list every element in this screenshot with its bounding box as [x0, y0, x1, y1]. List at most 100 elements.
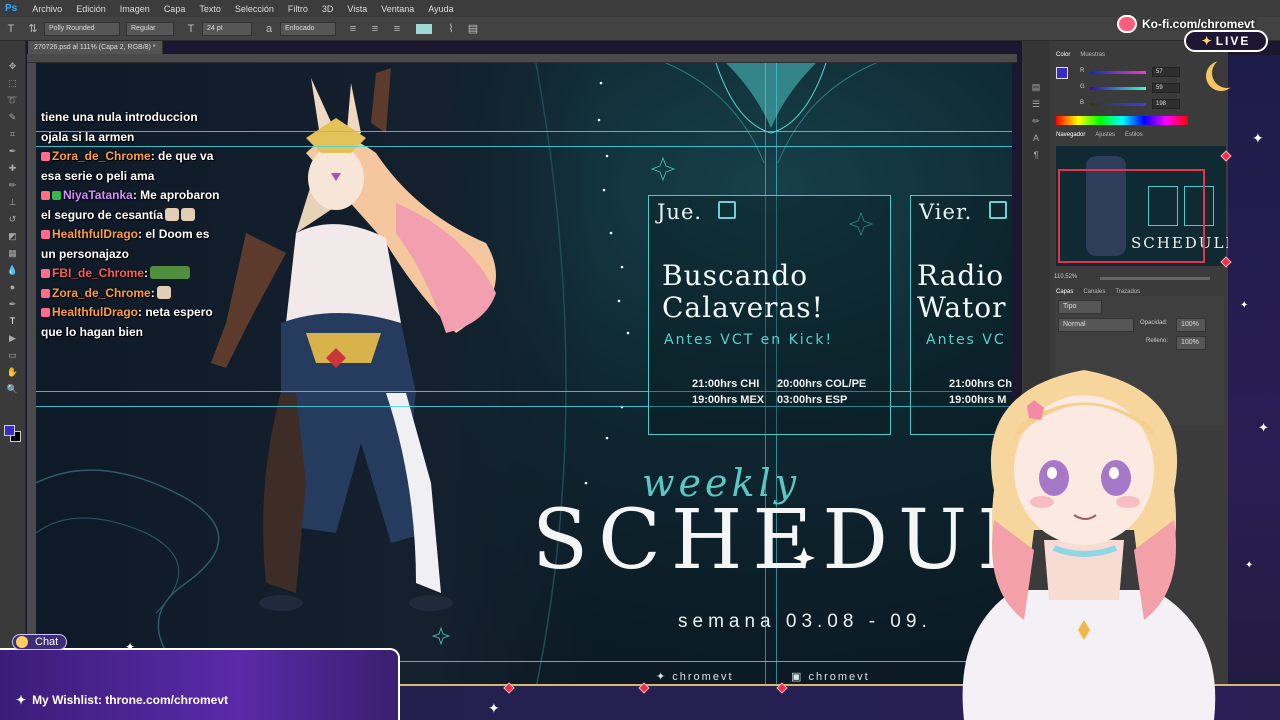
hand-tool-icon[interactable]: ✋	[6, 366, 20, 378]
emote-icon	[156, 285, 171, 299]
healing-tool-icon[interactable]: ✚	[6, 162, 20, 174]
card-day: Vier.	[919, 200, 973, 224]
heart-badge-icon	[41, 308, 50, 317]
font-style-select[interactable]: Regular	[126, 21, 174, 36]
font-size-select[interactable]: 24 pt	[202, 21, 252, 36]
b-label: B	[1080, 100, 1085, 106]
navigator-zoom-slider[interactable]	[1100, 277, 1210, 280]
chat-message: HealthfulDrago: el Doom es un personajaz…	[41, 225, 221, 264]
schedule-card-thursday[interactable]: Jue. Buscando Calaveras! Antes VCT en Ki…	[648, 195, 891, 435]
brush-tool-icon[interactable]: ✏	[6, 179, 20, 191]
history-panel-icon[interactable]: ▤	[1029, 81, 1043, 93]
color-panel-fg-swatch[interactable]	[1056, 67, 1068, 79]
path-select-tool-icon[interactable]: ▶	[6, 332, 20, 344]
navigator-view-frame[interactable]	[1058, 169, 1205, 263]
overlay-right-frame	[1228, 55, 1280, 720]
eraser-tool-icon[interactable]: ◩	[6, 230, 20, 242]
live-badge: ✦ LIVE	[1184, 30, 1268, 52]
menu-archivo[interactable]: Archivo	[25, 4, 69, 14]
chat-message-text: tiene una nula introduccion	[41, 110, 198, 124]
lasso-tool-icon[interactable]: ➰	[6, 94, 20, 106]
g-value[interactable]: 59	[1152, 83, 1180, 93]
tab-paths[interactable]: Trazados	[1115, 289, 1140, 295]
tab-channels[interactable]: Canales	[1083, 289, 1105, 295]
menu-ventana[interactable]: Ventana	[374, 4, 421, 14]
paragraph-panel-icon[interactable]: ¶	[1029, 149, 1043, 161]
menu-edicion[interactable]: Edición	[69, 4, 113, 14]
chat-message-text: :	[144, 266, 149, 280]
chat-message: Zora_de_Chrome:	[41, 284, 221, 304]
r-label: R	[1080, 68, 1085, 74]
menu-capa[interactable]: Capa	[157, 4, 193, 14]
opacity-label: Opacidad:	[1140, 320, 1168, 326]
type-tool-icon-selected[interactable]: T	[6, 315, 20, 327]
r-slider[interactable]	[1090, 71, 1146, 74]
menu-texto[interactable]: Texto	[192, 4, 228, 14]
chat-overlay: tiene una nula introduccion ojala si la …	[41, 108, 221, 342]
color-spectrum[interactable]	[1056, 116, 1188, 125]
blur-tool-icon[interactable]: 💧	[6, 264, 20, 276]
chat-username: Zora_de_Chrome	[52, 285, 151, 300]
emote-icon	[181, 207, 196, 221]
font-family-select[interactable]: Polly Rounded	[44, 21, 120, 36]
tab-color[interactable]: Color	[1056, 52, 1070, 58]
tab-layers[interactable]: Capas	[1056, 289, 1073, 295]
document-tab[interactable]: 270726.psd al 111% (Capa 2, RGB/8) *	[28, 41, 163, 54]
shape-tool-icon[interactable]: ▭	[6, 349, 20, 361]
g-label: G	[1080, 84, 1085, 90]
r-value[interactable]: 57	[1152, 67, 1180, 77]
quick-select-tool-icon[interactable]: ✎	[6, 111, 20, 123]
foreground-color-swatch[interactable]	[4, 425, 15, 436]
character-panel-icon[interactable]: ▤	[466, 22, 480, 36]
navigator-zoom[interactable]: 110.52%	[1054, 274, 1077, 280]
move-tool-icon[interactable]: ✥	[6, 60, 20, 72]
menu-3d[interactable]: 3D	[315, 4, 341, 14]
pepe-emote-icon	[150, 266, 191, 279]
card-subtitle: Antes VCT en Kick!	[664, 332, 834, 348]
stamp-tool-icon[interactable]: ⊥	[6, 196, 20, 208]
type-tool-icon[interactable]: T	[4, 22, 18, 36]
emote-icon	[165, 207, 180, 221]
chat-message: FBI_de_Chrome:	[41, 264, 221, 284]
align-right-icon[interactable]: ≡	[390, 22, 404, 36]
character-panel-icon-side[interactable]: A	[1029, 132, 1043, 144]
document-canvas[interactable]: Jue. Buscando Calaveras! Antes VCT en Ki…	[36, 63, 1012, 688]
zoom-tool-icon[interactable]: 🔍	[6, 383, 20, 395]
crop-tool-icon[interactable]: ⌗	[6, 128, 20, 140]
layer-kind-filter[interactable]: Tipo	[1058, 300, 1102, 314]
gradient-tool-icon[interactable]: ▦	[6, 247, 20, 259]
horizontal-ruler	[27, 54, 1017, 63]
pen-tool-icon[interactable]: ✒	[6, 298, 20, 310]
menu-imagen[interactable]: Imagen	[113, 4, 157, 14]
properties-panel-icon[interactable]: ☰	[1029, 98, 1043, 110]
eyedropper-tool-icon[interactable]: ✒	[6, 145, 20, 157]
dodge-tool-icon[interactable]: ●	[6, 281, 20, 293]
tab-adjustments[interactable]: Ajustes	[1095, 132, 1115, 138]
history-brush-tool-icon[interactable]: ↺	[6, 213, 20, 225]
week-range-text: semana 03.08 - 09.	[678, 611, 932, 632]
b-value[interactable]: 198	[1152, 99, 1180, 109]
menu-seleccion[interactable]: Selección	[228, 4, 281, 14]
tab-navigator[interactable]: Navegador	[1056, 132, 1085, 138]
menu-ayuda[interactable]: Ayuda	[421, 4, 460, 14]
antialias-select[interactable]: Enfocado	[280, 21, 336, 36]
tab-swatches[interactable]: Muestras	[1080, 52, 1105, 58]
tab-styles[interactable]: Estilos	[1125, 132, 1143, 138]
brush-panel-icon[interactable]: ✏	[1029, 115, 1043, 127]
orientation-toggle-icon[interactable]: ⇅	[26, 22, 40, 36]
warp-text-icon[interactable]: ⌇	[444, 22, 458, 36]
twitch-handle: ▣ chromevt	[791, 670, 870, 683]
text-color-swatch[interactable]	[416, 23, 432, 34]
menu-vista[interactable]: Vista	[340, 4, 374, 14]
marquee-tool-icon[interactable]: ⬚	[6, 77, 20, 89]
g-slider[interactable]	[1090, 87, 1146, 90]
chat-message: tiene una nula introduccion	[41, 108, 221, 128]
moon-ornament	[1212, 58, 1242, 88]
chat-tab[interactable]: Chat	[12, 634, 68, 650]
align-center-icon[interactable]: ≡	[368, 22, 382, 36]
twitch-handle-text: chromevt	[808, 671, 870, 683]
b-slider[interactable]	[1090, 103, 1146, 106]
menu-filtro[interactable]: Filtro	[281, 4, 315, 14]
align-left-icon[interactable]: ≡	[346, 22, 360, 36]
chat-message: ojala si la armen	[41, 128, 221, 148]
